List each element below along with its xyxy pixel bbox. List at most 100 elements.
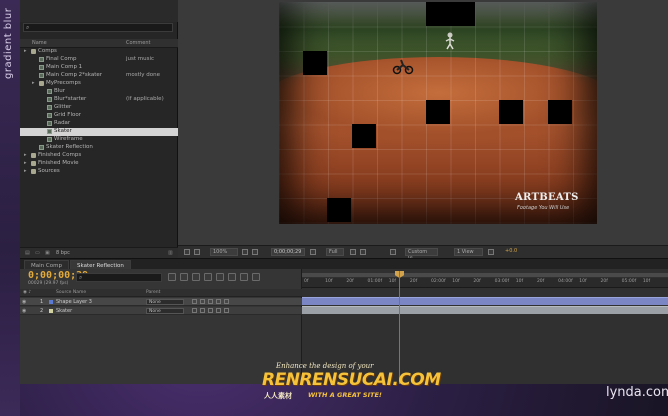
motion-blur-icon[interactable]	[216, 273, 224, 281]
zoom-dropdown[interactable]: 100%	[210, 248, 238, 256]
mask-visibility-icon[interactable]	[194, 249, 200, 255]
layer-bar-shape-layer-3[interactable]	[302, 297, 668, 305]
project-item-comment: just music	[126, 56, 155, 62]
project-item[interactable]: Main Comp 2*skater mostly done	[20, 72, 178, 80]
disclosure-triangle-icon[interactable]: ▸	[24, 160, 27, 166]
transparency-grid-icon[interactable]	[360, 249, 366, 255]
ruler-tick-label: 03:00f	[494, 279, 510, 284]
project-item[interactable]: ▸ Finished Comps	[20, 152, 178, 160]
project-item-label: Grid Floor	[54, 112, 81, 118]
auto-keyframe-icon[interactable]	[240, 273, 248, 281]
channel-icon[interactable]	[252, 249, 258, 255]
layer-name[interactable]: Skater	[56, 308, 72, 314]
ruler-tick-label: 10f	[388, 279, 397, 284]
column-name[interactable]: Name	[32, 40, 47, 46]
timeline-search-input[interactable]: ⌕	[76, 273, 162, 282]
camera-dropdown[interactable]: Custom Vi...	[405, 248, 438, 262]
visibility-eye-icon[interactable]: ◉	[22, 299, 26, 305]
layer-switch[interactable]	[192, 308, 197, 313]
layer-bar-skater[interactable]	[302, 306, 668, 314]
ruler-tick-label: 20f	[600, 279, 608, 284]
shy-icon[interactable]	[192, 273, 200, 281]
column-source-name[interactable]: Source Name	[56, 290, 86, 295]
disclosure-triangle-icon[interactable]: ▸	[32, 80, 35, 86]
label-color-swatch[interactable]	[49, 300, 53, 304]
viewer-timecode[interactable]: 0;00;00;29	[271, 248, 305, 256]
view-layout-dropdown[interactable]: 1 View	[454, 248, 483, 256]
layer-switch[interactable]	[208, 299, 213, 304]
parent-dropdown[interactable]: None	[146, 308, 184, 314]
composition-icon	[47, 97, 52, 102]
layer-switch[interactable]	[216, 299, 221, 304]
interpret-footage-icon[interactable]: ▤	[25, 250, 30, 256]
frame-blending-icon[interactable]	[204, 273, 212, 281]
project-item-label: Sources	[38, 168, 60, 174]
grid-icon[interactable]	[242, 249, 248, 255]
project-item-comment: mostly done	[126, 72, 161, 78]
disclosure-triangle-icon[interactable]: ▸	[24, 168, 27, 174]
project-item[interactable]: ▸ Sources	[20, 168, 178, 176]
logo-subtitle: Footage You Will Use	[517, 205, 570, 211]
layer-switch[interactable]	[216, 308, 221, 313]
layer-row[interactable]: ◉ 1 Shape Layer 3 None	[20, 298, 302, 306]
composition-canvas[interactable]: ARTBEATS Footage You Will Use	[279, 2, 597, 224]
new-comp-icon[interactable]: ▣	[45, 250, 50, 256]
project-item-label: Blur	[54, 88, 66, 94]
region-of-interest-icon[interactable]	[350, 249, 356, 255]
project-item[interactable]: Glitter	[20, 104, 178, 112]
comp-mini-flowchart-icon[interactable]	[168, 273, 176, 281]
layer-switch[interactable]	[224, 308, 229, 313]
snapshot-icon[interactable]	[310, 249, 316, 255]
column-comment[interactable]: Comment	[126, 40, 151, 46]
project-item[interactable]: Blur	[20, 88, 178, 96]
project-item[interactable]: Grid Floor	[20, 112, 178, 120]
renrensucai-watermark: Enhance the design of your RENRENSUCAI.C…	[262, 362, 441, 408]
project-search-input[interactable]: ⌕	[23, 23, 173, 32]
bit-depth-button[interactable]: 8 bpc	[56, 250, 70, 256]
exposure-value[interactable]: +0.0	[503, 248, 525, 256]
disclosure-triangle-icon[interactable]: ▸	[24, 48, 27, 54]
project-item[interactable]: ▸ MyPrecomps	[20, 80, 178, 88]
always-preview-icon[interactable]	[184, 249, 190, 255]
disclosure-triangle-icon[interactable]: ▸	[24, 152, 27, 158]
project-item[interactable]: Main Comp 1	[20, 64, 178, 72]
project-item[interactable]: Final Comp just music	[20, 56, 178, 64]
3d-renderer-icon[interactable]	[390, 249, 396, 255]
resolution-dropdown[interactable]: Full	[326, 248, 344, 256]
project-item[interactable]: Wireframe	[20, 136, 178, 144]
layer-switch[interactable]	[200, 299, 205, 304]
visibility-eye-icon[interactable]: ◉	[22, 308, 26, 314]
layer-name[interactable]: Shape Layer 3	[56, 299, 92, 305]
work-area-bar[interactable]	[302, 273, 668, 277]
screen: gradient blur ⌕ Name Comment ▸ Comps Final…	[0, 0, 668, 416]
reset-exposure-icon[interactable]	[488, 249, 494, 255]
column-parent[interactable]: Parent	[146, 290, 160, 295]
draft-3d-icon[interactable]	[180, 273, 188, 281]
layer-row[interactable]: ◉ 2 Skater None	[20, 307, 302, 315]
project-item[interactable]: ▸ Comps	[20, 48, 178, 56]
project-item[interactable]: Radar	[20, 120, 178, 128]
composition-icon	[47, 113, 52, 118]
layer-switch[interactable]	[208, 308, 213, 313]
layer-switch[interactable]	[192, 299, 197, 304]
watermark-tagline: Enhance the design of your	[276, 362, 374, 370]
parent-dropdown[interactable]: None	[146, 299, 184, 305]
layer-switch[interactable]	[200, 308, 205, 313]
composition-icon	[47, 89, 52, 94]
new-folder-icon[interactable]: ▭	[35, 250, 40, 256]
project-item-label: Skater	[54, 128, 72, 134]
project-item[interactable]: Skater	[20, 128, 178, 136]
ruler-tick-label: 02:00f	[431, 279, 446, 284]
project-item[interactable]: Skater Reflection	[20, 144, 178, 152]
ruler-tick-label: 10f	[579, 279, 587, 284]
project-item-label: Wireframe	[54, 136, 83, 142]
label-color-swatch[interactable]	[49, 309, 53, 313]
folder-icon	[31, 49, 36, 54]
brainstorm-icon[interactable]	[228, 273, 236, 281]
layer-switch[interactable]	[224, 299, 229, 304]
trash-icon[interactable]: ▥	[168, 250, 173, 256]
time-ruler[interactable]: 0f 10f 20f 01:00f 10f 20f 02:00f 10f 20f 03:00f 10…	[302, 278, 668, 288]
graph-editor-icon[interactable]	[252, 273, 260, 281]
project-item[interactable]: ▸ Finished Movie	[20, 160, 178, 168]
project-item[interactable]: Blur*starter (if applicable)	[20, 96, 178, 104]
